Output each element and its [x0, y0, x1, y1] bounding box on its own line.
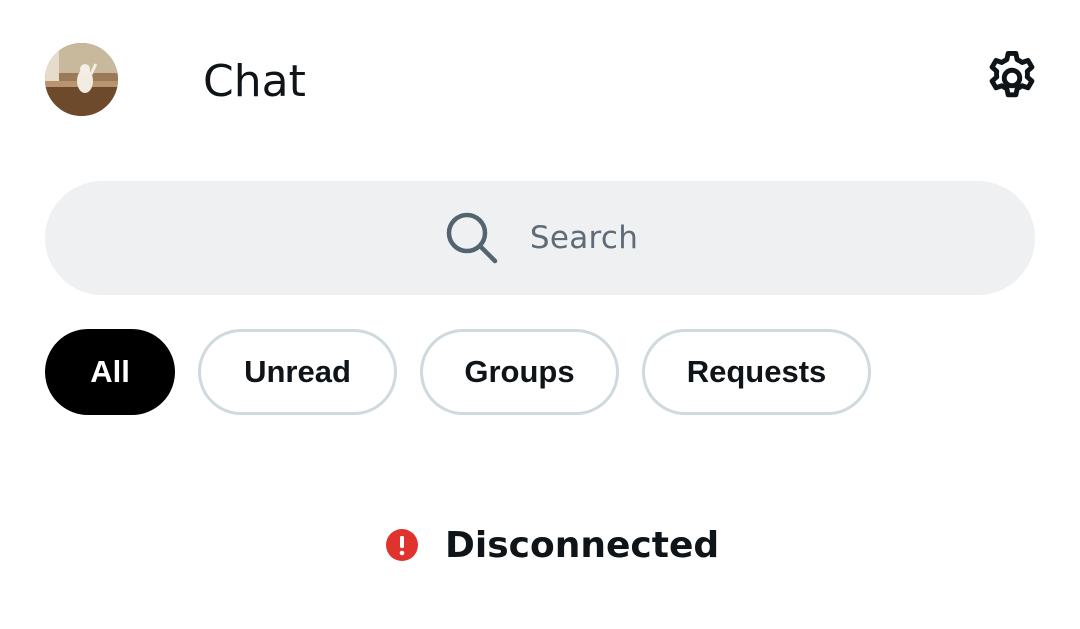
- tab-unread[interactable]: Unread: [198, 329, 397, 415]
- connection-status: Disconnected: [385, 520, 719, 570]
- alert-icon: [385, 528, 419, 562]
- search-placeholder: Search: [529, 220, 639, 256]
- settings-button[interactable]: [980, 46, 1044, 110]
- tab-groups[interactable]: Groups: [420, 329, 619, 415]
- tab-all[interactable]: All: [45, 329, 175, 415]
- search-icon: [442, 208, 502, 268]
- gear-icon: [989, 51, 1035, 98]
- avatar[interactable]: [45, 43, 118, 116]
- chat-screen: Chat Search All Unread Groups Requests D…: [0, 0, 1080, 629]
- tab-requests[interactable]: Requests: [642, 329, 871, 415]
- search-input[interactable]: Search: [45, 181, 1035, 295]
- status-text: Disconnected: [445, 524, 720, 566]
- filter-tabs: All Unread Groups Requests: [45, 329, 871, 415]
- page-title: Chat: [203, 56, 306, 107]
- avatar-photo: [45, 43, 118, 116]
